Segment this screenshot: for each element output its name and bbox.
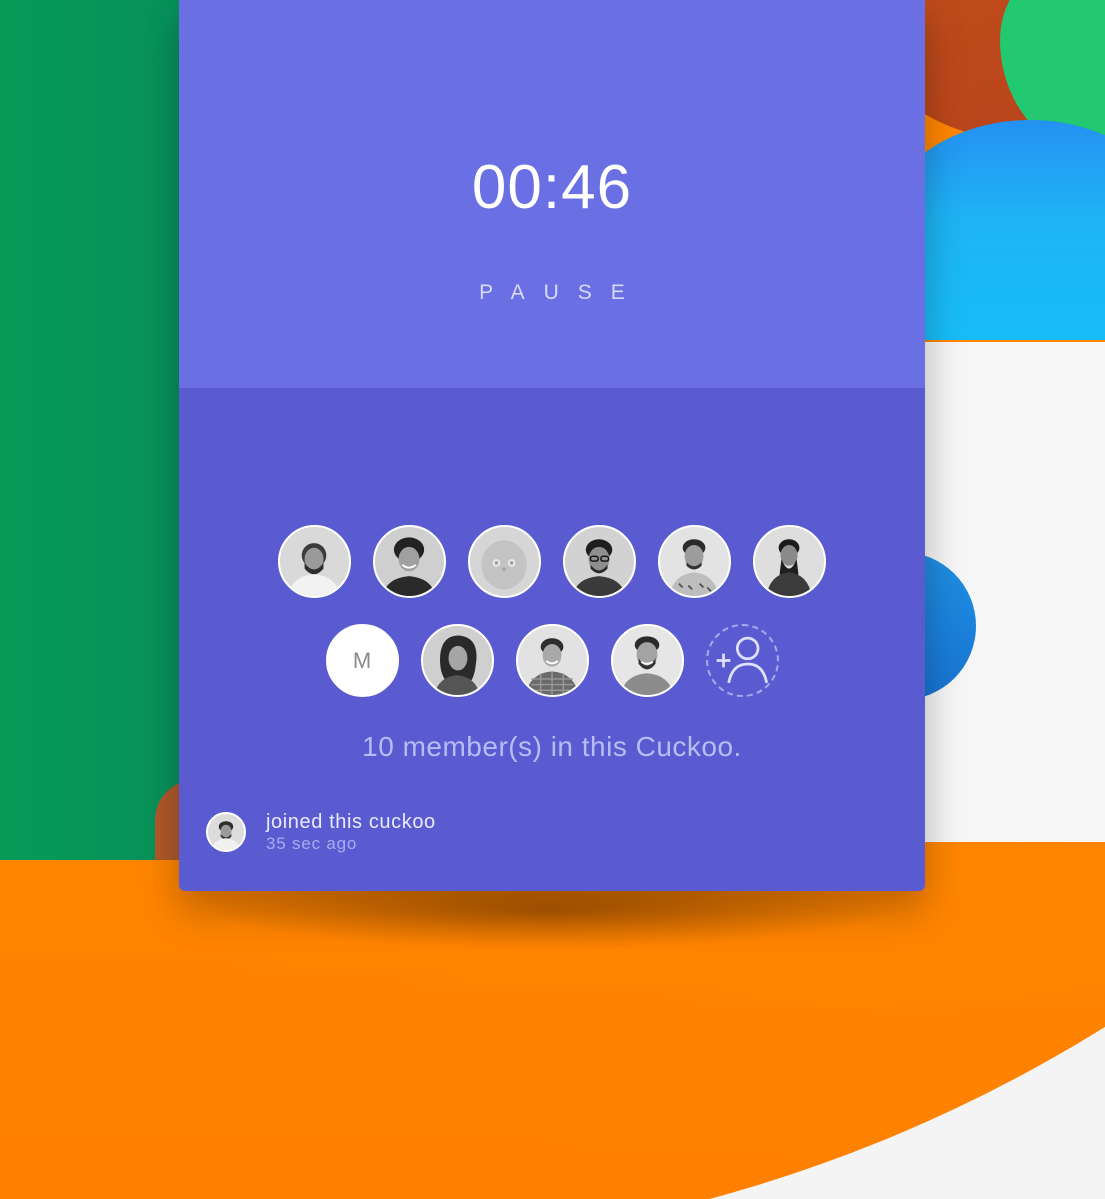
- avatar-initial: M: [352, 647, 372, 673]
- person-photo-icon: [208, 814, 244, 850]
- person-photo-icon: [422, 626, 492, 695]
- person-photo-icon: [517, 626, 587, 695]
- member-avatar-row: [179, 525, 925, 598]
- member-avatar-10[interactable]: [610, 624, 684, 697]
- member-avatar-6[interactable]: [753, 525, 826, 598]
- member-avatar-1[interactable]: [278, 525, 351, 598]
- bg-green-shape-top: [0, 0, 180, 860]
- person-photo-icon: [660, 527, 729, 596]
- member-avatar-3[interactable]: [468, 525, 541, 598]
- member-avatar-9[interactable]: [515, 624, 589, 697]
- person-photo-icon: [612, 626, 682, 695]
- member-avatar-row: M: [179, 624, 925, 697]
- timer-panel: 00:46 PAUSE: [179, 0, 925, 388]
- member-avatar-4[interactable]: [563, 525, 636, 598]
- add-user-icon: [716, 636, 768, 684]
- pause-button[interactable]: PAUSE: [439, 276, 665, 310]
- person-photo-icon: [375, 527, 444, 596]
- person-photo-icon: [565, 527, 634, 596]
- person-photo-icon: [280, 527, 349, 596]
- activity-timestamp: 35 sec ago: [266, 834, 358, 853]
- bird-placeholder-icon: [470, 527, 539, 596]
- member-avatar-8[interactable]: [420, 624, 494, 697]
- activity-feed-item: joined this cuckoo 35 sec ago: [206, 812, 436, 852]
- timer-display: 00:46: [471, 153, 633, 222]
- person-photo-icon: [755, 527, 824, 596]
- activity-text: joined this cuckoo 35 sec ago: [266, 812, 436, 852]
- members-panel: M 10 member(s) in this Cuckoo. joined th…: [179, 388, 925, 891]
- member-avatar-5[interactable]: [658, 525, 731, 598]
- activity-avatar: [206, 812, 246, 852]
- cuckoo-window: 00:46 PAUSE M 10 member(s) in this Cucko…: [179, 0, 925, 891]
- member-avatar-2[interactable]: [373, 525, 446, 598]
- member-count-text: 10 member(s) in this Cuckoo.: [362, 731, 742, 762]
- add-member-button[interactable]: [705, 624, 779, 697]
- activity-message: joined this cuckoo: [266, 811, 436, 833]
- member-avatar-7[interactable]: M: [325, 624, 399, 697]
